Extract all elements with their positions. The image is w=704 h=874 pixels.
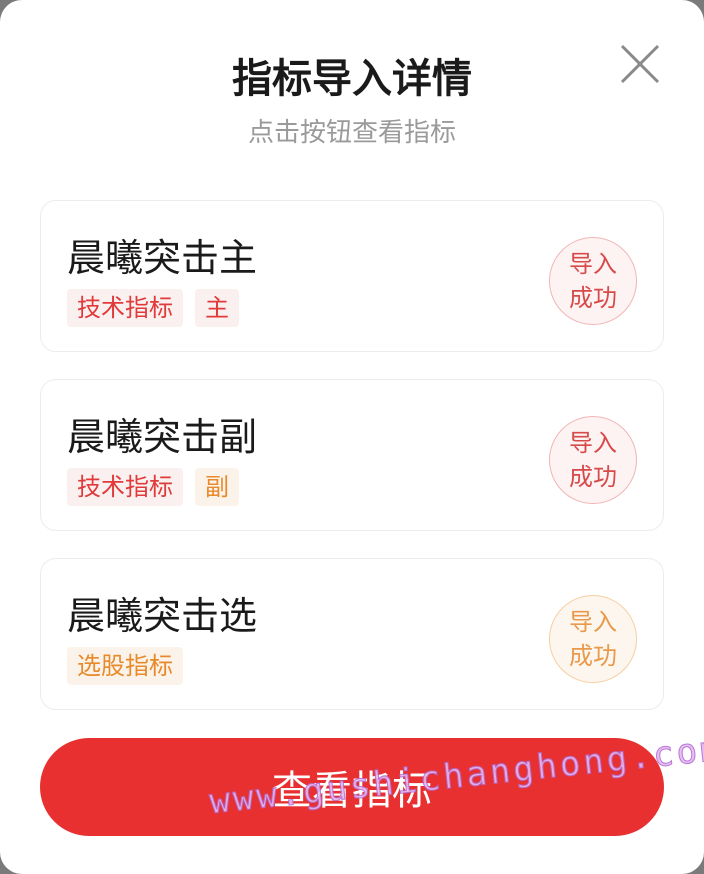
dialog-subtitle: 点击按钮查看指标 [247,118,456,148]
indicator-card: 晨曦突击主 技术指标 主 导入 成功 [40,200,664,352]
stamp-line-1: 导入 [569,250,617,278]
indicator-type-tag: 技术指标 [67,468,183,506]
indicator-role-tag: 副 [195,468,239,506]
indicator-tags: 选股指标 [67,647,183,685]
stamp-line-2: 成功 [569,642,617,670]
import-details-dialog: 指标导入详情 点击按钮查看指标 晨曦突击主 技术指标 主 导入 成功 晨曦突击副… [0,0,704,874]
stamp-line-2: 成功 [569,284,617,312]
close-icon[interactable] [618,42,662,86]
indicator-name: 晨曦突击副 [67,415,258,459]
indicator-type-tag: 选股指标 [67,647,183,685]
indicator-tags: 技术指标 主 [67,289,239,327]
import-success-stamp: 导入 成功 [549,416,637,504]
indicator-name: 晨曦突击选 [67,594,258,638]
stamp-line-1: 导入 [569,429,617,457]
dialog-title: 指标导入详情 [232,56,472,102]
import-success-stamp: 导入 成功 [549,237,637,325]
indicator-card: 晨曦突击副 技术指标 副 导入 成功 [40,379,664,531]
stamp-line-1: 导入 [569,608,617,636]
indicator-name: 晨曦突击主 [67,236,258,280]
indicator-card: 晨曦突击选 选股指标 导入 成功 [40,558,664,710]
indicator-role-tag: 主 [195,289,239,327]
stamp-line-2: 成功 [569,463,617,491]
import-success-stamp: 导入 成功 [549,595,637,683]
indicator-tags: 技术指标 副 [67,468,239,506]
indicator-type-tag: 技术指标 [67,289,183,327]
